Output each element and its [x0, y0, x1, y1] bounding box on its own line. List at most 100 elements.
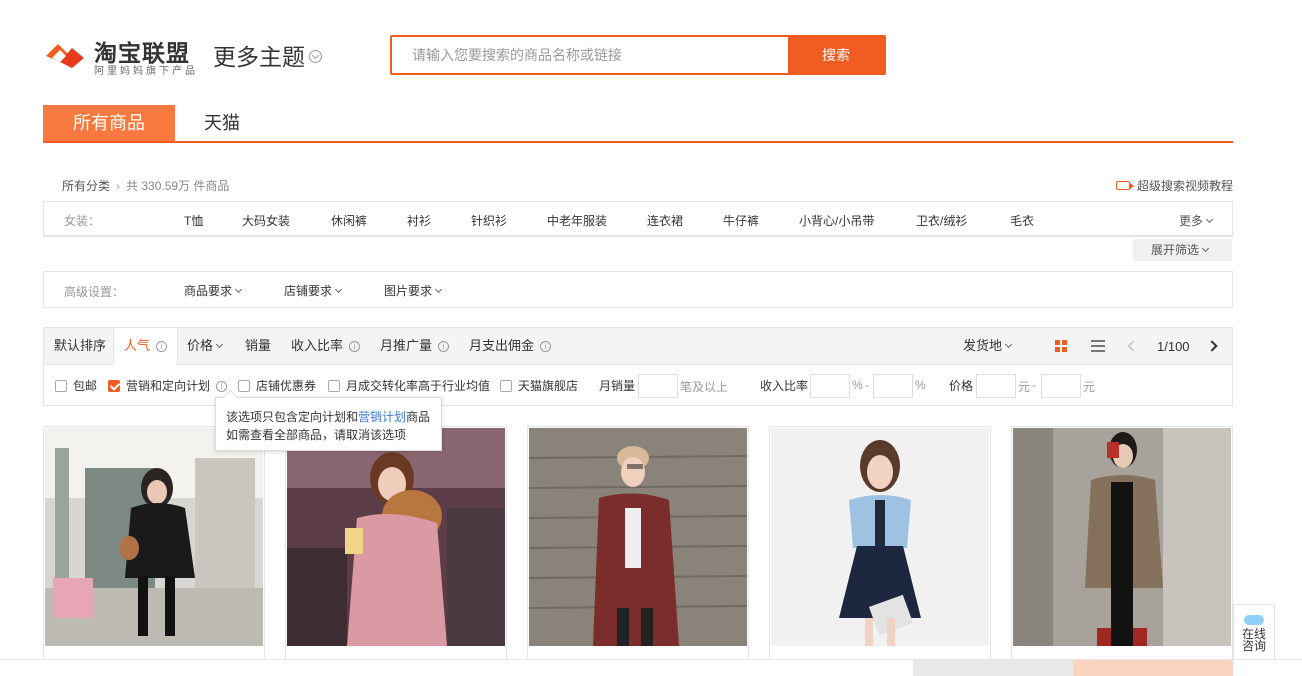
sort-monthly-promotion[interactable]: 月推广量 i	[380, 328, 450, 364]
tab-tmall[interactable]: 天猫	[175, 105, 269, 141]
checkbox[interactable]	[238, 380, 250, 392]
dropdown-label: 店铺要求	[284, 284, 333, 298]
category-item[interactable]: 小背心/小吊带	[799, 212, 874, 229]
chevron-down-icon	[334, 285, 343, 294]
chevron-right-icon[interactable]	[1206, 340, 1218, 352]
checkbox[interactable]	[500, 380, 512, 392]
header: 淘宝联盟 阿里妈妈旗下产品 更多主题 搜索	[0, 0, 1302, 100]
ship-from-dropdown[interactable]: 发货地	[963, 328, 1013, 364]
checkbox[interactable]	[55, 380, 67, 392]
conversion-rate-filter[interactable]: 月成交转化率高于行业均值	[328, 377, 490, 394]
sort-income-ratio[interactable]: 收入比率 i	[291, 328, 361, 364]
filter-label: 店铺优惠券	[256, 379, 317, 393]
category-item[interactable]: 牛仔裤	[723, 212, 759, 229]
video-icon	[1115, 181, 1134, 190]
product-card[interactable]	[527, 426, 749, 676]
shop-requirements-dropdown[interactable]: 店铺要求	[284, 282, 343, 299]
image-requirements-dropdown[interactable]: 图片要求	[384, 282, 443, 299]
woman-burgundy-plaid-coat-photo	[529, 428, 747, 646]
category-item[interactable]: 毛衣	[1010, 212, 1034, 229]
product-image[interactable]	[771, 428, 989, 646]
chevron-down-icon	[215, 340, 224, 349]
category-item[interactable]: 中老年服装	[547, 212, 607, 229]
product-image[interactable]	[1013, 428, 1231, 646]
expand-filter-label: 展开筛选	[1151, 243, 1200, 257]
product-requirements-dropdown[interactable]: 商品要求	[184, 282, 243, 299]
video-tutorial-label: 超级搜索视频教程	[1136, 179, 1233, 193]
sort-price[interactable]: 价格	[187, 328, 224, 364]
product-card[interactable]	[285, 426, 507, 676]
category-filter-row: 女装： T恤 大码女装 休闲裤 衬衫 针织衫 中老年服装 连衣裙 牛仔裤 小背心…	[43, 201, 1233, 237]
chevron-left-icon[interactable]	[1127, 340, 1139, 352]
marketing-plan-filter[interactable]: 营销和定向计划 i	[108, 377, 228, 394]
logo[interactable]: 淘宝联盟 阿里妈妈旗下产品	[42, 34, 202, 78]
category-item[interactable]: 休闲裤	[331, 212, 367, 229]
filter-label: 营销和定向计划	[126, 379, 211, 393]
info-icon[interactable]: i	[156, 341, 168, 352]
category-item[interactable]: 衬衫	[407, 212, 431, 229]
expand-filter-button[interactable]: 展开筛选	[1133, 239, 1232, 261]
checkbox[interactable]	[328, 380, 340, 392]
info-icon[interactable]: i	[349, 341, 361, 352]
grid-view-icon[interactable]	[1055, 340, 1068, 353]
tab-all-products[interactable]: 所有商品	[43, 105, 175, 141]
free-shipping-filter[interactable]: 包邮	[55, 377, 97, 394]
tab-bar: 所有商品 天猫	[43, 105, 1233, 143]
monthly-sales-input[interactable]	[638, 374, 678, 398]
product-card[interactable]	[43, 426, 265, 676]
product-image[interactable]	[529, 428, 747, 646]
product-image[interactable]	[45, 428, 263, 646]
sort-sales[interactable]: 销量	[245, 328, 271, 364]
price-min-input[interactable]	[976, 374, 1016, 398]
dropdown-label: 图片要求	[384, 284, 433, 298]
product-card[interactable]	[1011, 426, 1233, 676]
tooltip-line-1: 该选项只包含定向计划和营销计划商品	[226, 408, 431, 426]
category-item[interactable]: 大码女装	[242, 212, 290, 229]
chevron-down-icon	[1205, 215, 1214, 224]
info-icon[interactable]: i	[438, 341, 450, 352]
sort-popularity[interactable]: 人气 i	[113, 328, 179, 365]
sort-monthly-promotion-label: 月推广量	[380, 338, 433, 353]
category-item[interactable]: T恤	[184, 212, 203, 229]
advanced-label: 高级设置：	[64, 285, 125, 299]
chevron-right-icon: ›	[116, 179, 121, 193]
checkbox-checked[interactable]	[108, 380, 120, 392]
sort-bar: 默认排序 人气 i 价格 销量 收入比率 i 月推广量 i 月支出佣金 i 发货地 1/…	[43, 327, 1233, 365]
sort-monthly-commission[interactable]: 月支出佣金 i	[469, 328, 552, 364]
search-bar: 搜索	[390, 35, 886, 75]
price-label: 价格	[949, 379, 974, 393]
online-consult-button[interactable]: 在线 咨询	[1233, 604, 1275, 660]
income-ratio-max-input[interactable]	[873, 374, 913, 398]
sort-default[interactable]: 默认排序	[54, 328, 106, 364]
video-tutorial-link[interactable]: 超级搜索视频教程	[1115, 177, 1233, 194]
dropdown-label: 商品要求	[184, 284, 233, 298]
shop-coupon-filter[interactable]: 店铺优惠券	[238, 377, 316, 394]
tooltip-text: 该选项只包含定向计划和	[226, 410, 359, 424]
category-item[interactable]: 卫衣/绒衫	[916, 212, 967, 229]
breadcrumb-root[interactable]: 所有分类	[62, 179, 110, 193]
list-view-icon[interactable]	[1091, 340, 1105, 352]
category-more-button[interactable]: 更多	[1179, 212, 1214, 229]
sort-monthly-commission-label: 月支出佣金	[469, 338, 535, 353]
tmall-flagship-filter[interactable]: 天猫旗舰店	[500, 377, 578, 394]
marketing-plan-link[interactable]: 营销计划	[358, 410, 406, 424]
marketing-plan-tooltip: 该选项只包含定向计划和营销计划商品 如需查看全部商品，请取消该选项	[215, 397, 442, 451]
category-item[interactable]: 针织衫	[471, 212, 507, 229]
cloud-icon	[1244, 615, 1264, 625]
search-button[interactable]: 搜索	[788, 37, 884, 73]
logo-mark-icon	[46, 44, 84, 68]
income-ratio-min-input[interactable]	[810, 374, 850, 398]
theme-label: 更多主题	[213, 44, 305, 70]
info-icon[interactable]: i	[540, 341, 552, 352]
chevron-down-icon	[309, 50, 322, 63]
product-image[interactable]	[287, 428, 505, 646]
brand-subtitle: 阿里妈妈旗下产品	[94, 66, 198, 77]
price-max-input[interactable]	[1041, 374, 1081, 398]
product-card[interactable]	[769, 426, 991, 676]
category-item[interactable]: 连衣裙	[647, 212, 683, 229]
chevron-down-icon	[434, 285, 443, 294]
theme-selector[interactable]: 更多主题	[213, 38, 322, 72]
info-icon[interactable]: i	[216, 381, 228, 392]
search-input[interactable]	[392, 37, 788, 73]
filter-label: 天猫旗舰店	[518, 379, 579, 393]
